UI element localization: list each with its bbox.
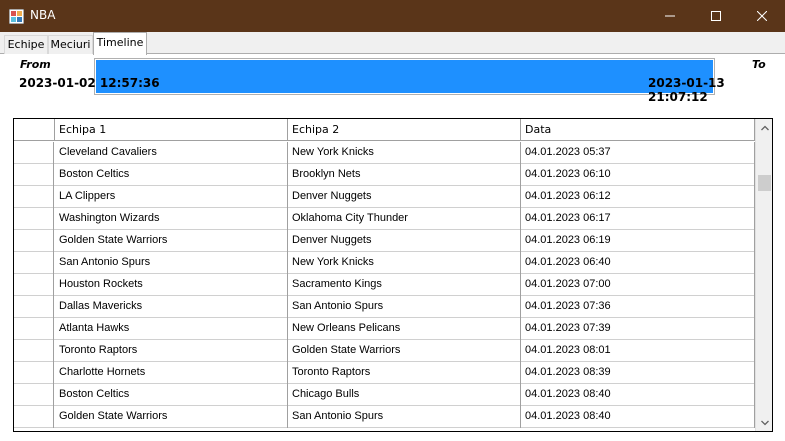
column-header-echipa2[interactable]: Echipa 2 (288, 119, 521, 141)
table-row[interactable]: LA Clippers Denver Nuggets 04.01.2023 06:1… (14, 186, 755, 208)
row-header[interactable] (14, 252, 54, 274)
to-label: To (752, 58, 766, 71)
cell-echipa1[interactable]: Washington Wizards (55, 208, 288, 230)
table-row[interactable]: Boston Celtics Chicago Bulls 04.01.2023 08… (14, 384, 755, 406)
window-title: NBA (30, 8, 56, 22)
column-header-data[interactable]: Data (521, 119, 755, 141)
row-header[interactable] (14, 406, 54, 428)
cell-echipa1[interactable]: Houston Rockets (55, 274, 288, 296)
cell-echipa2[interactable]: Chicago Bulls (288, 384, 521, 406)
cell-data[interactable]: 04.01.2023 07:36 (521, 296, 755, 318)
cell-echipa1[interactable]: Dallas Mavericks (55, 296, 288, 318)
cell-echipa2[interactable]: San Antonio Spurs (288, 406, 521, 428)
cell-echipa2[interactable]: New Orleans Pelicans (288, 318, 521, 340)
cell-echipa1[interactable]: LA Clippers (55, 186, 288, 208)
row-header[interactable] (14, 164, 54, 186)
to-datetime: 2023-01-13 21:07:12 (648, 76, 725, 104)
cell-data[interactable]: 04.01.2023 05:37 (521, 142, 755, 164)
row-header[interactable] (14, 384, 54, 406)
cell-data[interactable]: 04.01.2023 08:40 (521, 406, 755, 428)
timeline-panel: From To 2023-01-02 12:57:36 2023-01-13 2… (0, 54, 785, 441)
minimize-icon (665, 15, 675, 17)
row-header[interactable] (14, 340, 54, 362)
cell-data[interactable]: 04.01.2023 06:17 (521, 208, 755, 230)
table-row[interactable]: Dallas Mavericks San Antonio Spurs 04.01.2… (14, 296, 755, 318)
table-row[interactable]: Washington Wizards Oklahoma City Thunder 0… (14, 208, 755, 230)
row-header[interactable] (14, 274, 54, 296)
cell-echipa2[interactable]: Brooklyn Nets (288, 164, 521, 186)
cell-echipa2[interactable]: Denver Nuggets (288, 230, 521, 252)
row-header[interactable] (14, 208, 54, 230)
table-row[interactable]: Golden State Warriors Denver Nuggets 04.01… (14, 230, 755, 252)
from-datetime: 2023-01-02 12:57:36 (19, 76, 160, 90)
table-row[interactable]: Charlotte Hornets Toronto Raptors 04.01.20… (14, 362, 755, 384)
tab-strip: Echipe Meciuri Timeline (0, 32, 785, 55)
cell-echipa2[interactable]: Toronto Raptors (288, 362, 521, 384)
chevron-down-icon (760, 420, 769, 425)
cell-data[interactable]: 04.01.2023 08:39 (521, 362, 755, 384)
timeline-range-bar[interactable] (94, 58, 715, 95)
maximize-button[interactable] (693, 0, 739, 32)
cell-echipa2[interactable]: New York Knicks (288, 252, 521, 274)
grid-header: Echipa 1 Echipa 2 Data (14, 119, 755, 141)
from-label: From (20, 58, 51, 71)
scroll-down-button[interactable] (756, 414, 772, 431)
cell-data[interactable]: 04.01.2023 06:10 (521, 164, 755, 186)
cell-echipa1[interactable]: Atlanta Hawks (55, 318, 288, 340)
cell-echipa1[interactable]: Boston Celtics (55, 384, 288, 406)
cell-echipa2[interactable]: New York Knicks (288, 142, 521, 164)
close-button[interactable] (739, 0, 785, 32)
maximize-icon (711, 11, 721, 21)
row-header[interactable] (14, 230, 54, 252)
cell-data[interactable]: 04.01.2023 07:39 (521, 318, 755, 340)
close-icon (757, 11, 767, 21)
cell-data[interactable]: 04.01.2023 08:01 (521, 340, 755, 362)
vertical-scrollbar[interactable] (755, 119, 772, 431)
cell-echipa1[interactable]: Golden State Warriors (55, 406, 288, 428)
tab-meciuri[interactable]: Meciuri (48, 35, 93, 54)
timeline-range-fill (96, 60, 713, 93)
row-header[interactable] (14, 186, 54, 208)
scrollbar-thumb[interactable] (758, 175, 771, 191)
table-row[interactable]: Houston Rockets Sacramento Kings 04.01.202… (14, 274, 755, 296)
cell-data[interactable]: 04.01.2023 06:12 (521, 186, 755, 208)
cell-data[interactable]: 04.01.2023 06:40 (521, 252, 755, 274)
row-header[interactable] (14, 318, 54, 340)
row-header[interactable] (14, 362, 54, 384)
cell-echipa2[interactable]: San Antonio Spurs (288, 296, 521, 318)
table-row[interactable]: Golden State Warriors San Antonio Spurs 04… (14, 406, 755, 428)
table-row[interactable]: Toronto Raptors Golden State Warriors 04.0… (14, 340, 755, 362)
row-header[interactable] (14, 296, 54, 318)
tab-echipe[interactable]: Echipe (4, 35, 48, 54)
cell-echipa2[interactable]: Sacramento Kings (288, 274, 521, 296)
column-header-echipa1[interactable]: Echipa 1 (55, 119, 288, 141)
row-header[interactable] (14, 142, 54, 164)
row-header-corner (14, 119, 55, 141)
table-row[interactable]: Boston Celtics Brooklyn Nets 04.01.2023 06… (14, 164, 755, 186)
table-row[interactable]: Atlanta Hawks New Orleans Pelicans 04.01.2… (14, 318, 755, 340)
cell-echipa1[interactable]: Cleveland Cavaliers (55, 142, 288, 164)
title-bar[interactable]: NBA (0, 0, 785, 32)
cell-echipa1[interactable]: Toronto Raptors (55, 340, 288, 362)
cell-echipa1[interactable]: San Antonio Spurs (55, 252, 288, 274)
matches-grid[interactable]: Echipa 1 Echipa 2 Data Cleveland Cavalie… (13, 118, 773, 432)
cell-data[interactable]: 04.01.2023 07:00 (521, 274, 755, 296)
tab-timeline[interactable]: Timeline (93, 32, 147, 55)
scroll-up-button[interactable] (756, 119, 772, 136)
cell-echipa2[interactable]: Golden State Warriors (288, 340, 521, 362)
cell-echipa2[interactable]: Oklahoma City Thunder (288, 208, 521, 230)
app-icon (9, 9, 24, 24)
cell-echipa1[interactable]: Boston Celtics (55, 164, 288, 186)
cell-echipa2[interactable]: Denver Nuggets (288, 186, 521, 208)
cell-data[interactable]: 04.01.2023 08:40 (521, 384, 755, 406)
chevron-up-icon (760, 125, 769, 130)
minimize-button[interactable] (647, 0, 693, 32)
table-row[interactable]: Cleveland Cavaliers New York Knicks 04.01.… (14, 142, 755, 164)
table-row[interactable]: San Antonio Spurs New York Knicks 04.01.20… (14, 252, 755, 274)
cell-data[interactable]: 04.01.2023 06:19 (521, 230, 755, 252)
app-window: NBA Echipe Meciuri Timeline From To 2023… (0, 0, 785, 441)
cell-echipa1[interactable]: Charlotte Hornets (55, 362, 288, 384)
cell-echipa1[interactable]: Golden State Warriors (55, 230, 288, 252)
